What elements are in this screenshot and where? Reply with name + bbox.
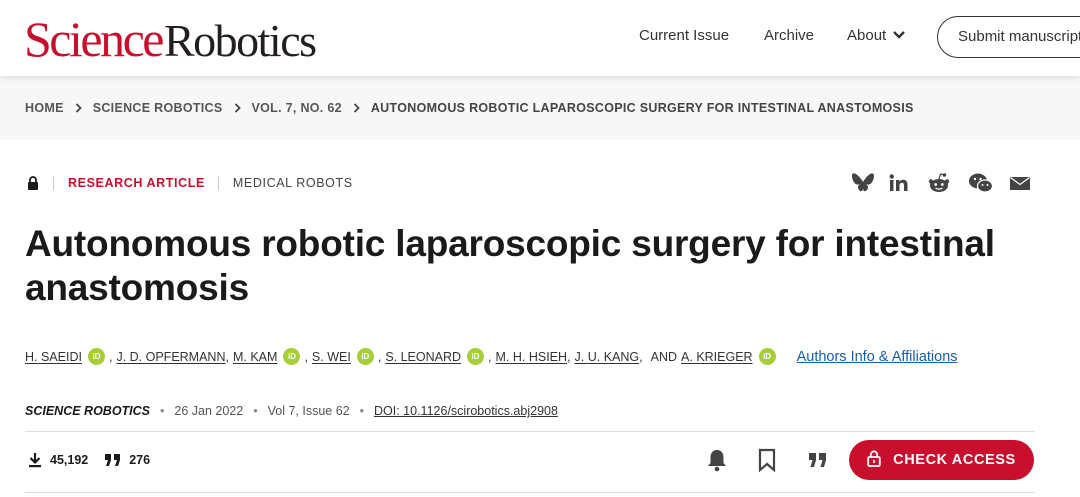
author-name[interactable]: M. KAM xyxy=(233,350,277,364)
nav-about-label: About xyxy=(847,27,887,44)
volume-issue[interactable]: Vol 7, Issue 62 xyxy=(268,404,350,418)
author-name[interactable]: H. SAEIDI xyxy=(25,350,82,364)
divider xyxy=(217,176,219,190)
separator: , xyxy=(304,349,308,364)
separator: • xyxy=(253,404,258,418)
wechat-icon[interactable] xyxy=(968,172,994,194)
separator: , xyxy=(488,349,492,364)
orcid-icon[interactable]: iD xyxy=(758,348,776,365)
bookmark-icon[interactable] xyxy=(757,448,777,472)
chevron-right-icon xyxy=(353,103,360,113)
nav-current-issue[interactable]: Current Issue xyxy=(639,27,729,44)
author-and: AND xyxy=(650,349,678,364)
author-name[interactable]: J. D. OPFERMANN xyxy=(116,350,225,364)
separator: , xyxy=(377,349,382,364)
orcid-icon[interactable]: iD xyxy=(356,348,374,365)
divider xyxy=(25,431,1035,432)
citation-line: SCIENCE ROBOTICS • 26 Jan 2022 • Vol 7, … xyxy=(25,404,558,418)
citation-count: 276 xyxy=(129,453,151,467)
download-icon xyxy=(27,452,43,468)
nav-about[interactable]: About xyxy=(847,27,906,44)
bell-icon[interactable] xyxy=(706,448,728,472)
site-header: Science Robotics Current Issue Archive A… xyxy=(0,0,1080,76)
logo-robotics-text: Robotics xyxy=(163,15,317,66)
quote-icon xyxy=(104,453,122,467)
cite-icon[interactable] xyxy=(808,452,828,468)
lock-icon xyxy=(867,450,881,471)
doi-link[interactable]: DOI: 10.1126/scirobotics.abj2908 xyxy=(374,404,558,418)
article-title: Autonomous robotic laparoscopic surgery … xyxy=(25,223,995,308)
separator: , xyxy=(225,349,229,364)
article-metrics: 45,192 276 xyxy=(27,452,150,468)
divider xyxy=(25,492,1035,493)
article-subject[interactable]: MEDICAL ROBOTS xyxy=(233,176,353,190)
article-meta-row: RESEARCH ARTICLE MEDICAL ROBOTS xyxy=(27,176,353,190)
author-list: H. SAEIDI iD , J. D. OPFERMANN , M. KAM … xyxy=(25,348,958,365)
author-name[interactable]: A. KRIEGER xyxy=(681,350,753,364)
breadcrumb-current: AUTONOMOUS ROBOTIC LAPAROSCOPIC SURGERY … xyxy=(370,101,914,115)
breadcrumb-journal[interactable]: SCIENCE ROBOTICS xyxy=(93,101,223,115)
separator: , xyxy=(108,349,113,364)
logo-science-text: Science xyxy=(24,11,164,67)
separator: , xyxy=(639,349,643,364)
separator: , xyxy=(567,349,571,364)
author-name[interactable]: M. H. HSIEH xyxy=(496,350,568,364)
separator: • xyxy=(160,404,165,418)
linkedin-icon[interactable] xyxy=(888,172,910,194)
nav-archive[interactable]: Archive xyxy=(764,27,814,44)
publication-date: 26 Jan 2022 xyxy=(174,404,244,418)
chevron-right-icon xyxy=(75,103,82,113)
site-logo[interactable]: Science Robotics xyxy=(24,10,317,67)
chevron-right-icon xyxy=(234,103,241,113)
divider xyxy=(53,176,54,190)
check-access-label: CHECK ACCESS xyxy=(893,452,1016,468)
author-name[interactable]: S. LEONARD xyxy=(385,350,461,364)
separator: • xyxy=(359,404,365,418)
reddit-icon[interactable] xyxy=(927,172,951,194)
breadcrumb-home[interactable]: HOME xyxy=(25,101,64,115)
download-count: 45,192 xyxy=(50,453,89,467)
bluesky-icon[interactable] xyxy=(851,172,875,194)
breadcrumb: HOME SCIENCE ROBOTICS VOL. 7, NO. 62 AUT… xyxy=(25,101,914,115)
submit-manuscript-button[interactable]: Submit manuscript xyxy=(937,16,1080,58)
breadcrumb-issue[interactable]: VOL. 7, NO. 62 xyxy=(252,101,342,115)
author-name[interactable]: J. U. KANG xyxy=(575,350,640,364)
lock-icon xyxy=(27,176,39,190)
email-icon[interactable] xyxy=(1009,172,1031,194)
orcid-icon[interactable]: iD xyxy=(467,348,485,365)
orcid-icon[interactable]: iD xyxy=(87,348,105,365)
orcid-icon[interactable]: iD xyxy=(283,348,301,365)
journal-name[interactable]: SCIENCE ROBOTICS xyxy=(25,404,150,418)
chevron-down-icon xyxy=(892,27,906,44)
article-type[interactable]: RESEARCH ARTICLE xyxy=(68,176,205,190)
check-access-button[interactable]: CHECK ACCESS xyxy=(849,440,1034,480)
breadcrumb-band: HOME SCIENCE ROBOTICS VOL. 7, NO. 62 AUT… xyxy=(0,76,1080,140)
author-name[interactable]: S. WEI xyxy=(312,350,351,364)
authors-affiliations-link[interactable]: Authors Info & Affiliations xyxy=(797,349,958,365)
